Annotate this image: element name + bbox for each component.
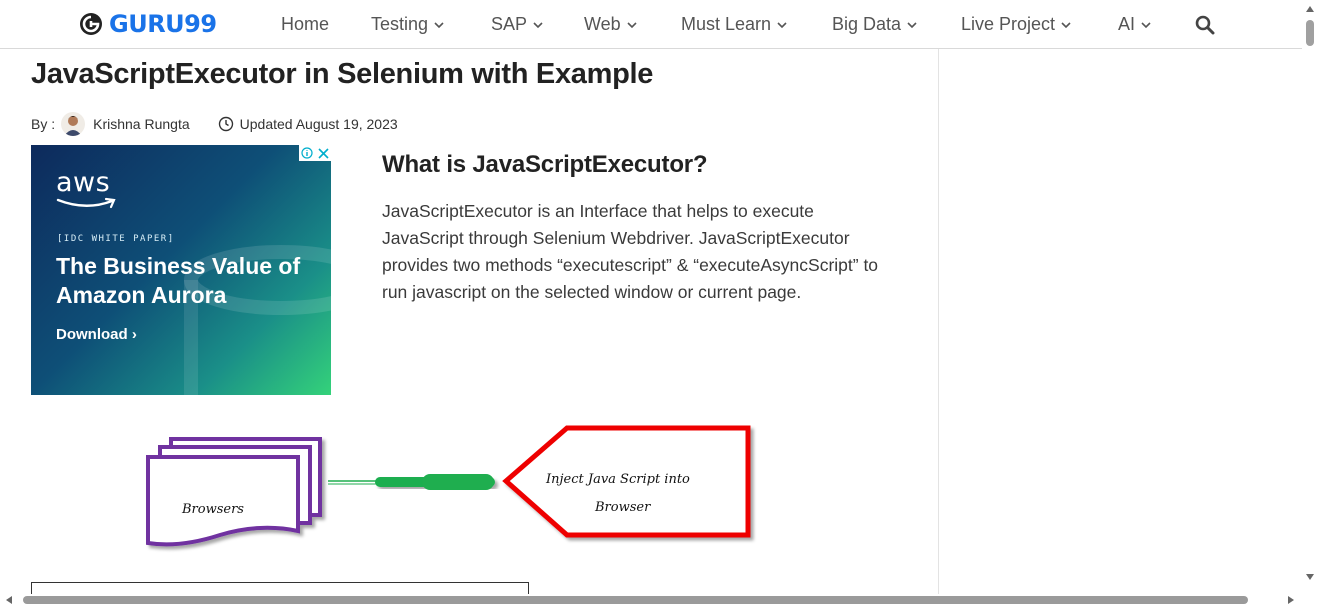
horizontal-scrollbar[interactable] [0, 594, 1318, 607]
author-name[interactable]: Krishna Rungta [93, 116, 190, 132]
vertical-scroll-thumb[interactable] [1306, 20, 1314, 46]
nav-testing[interactable]: Testing [371, 14, 444, 35]
info-icon[interactable] [299, 145, 315, 161]
nav-home[interactable]: Home [281, 14, 329, 35]
nav-ai[interactable]: AI [1118, 14, 1151, 35]
author-avatar[interactable] [61, 112, 86, 136]
guru99-logo-icon [80, 13, 102, 35]
nav-label: Testing [371, 14, 429, 34]
nav-label: Must Learn [681, 14, 772, 34]
section-heading: What is JavaScriptExecutor? [382, 151, 708, 178]
sidebar-divider [938, 49, 939, 594]
page-title: JavaScriptExecutor in Selenium with Exam… [31, 58, 654, 90]
chevron-down-icon [627, 21, 637, 28]
nav-label: AI [1118, 14, 1136, 34]
nav-big-data[interactable]: Big Data [832, 14, 917, 35]
logo-text: GURU99 [109, 10, 217, 38]
aws-ad-banner[interactable]: aws [IDC WHITE PAPER] The Business Value… [31, 145, 331, 395]
nav-label: Home [281, 14, 330, 34]
ad-headline: The Business Value of Amazon Aurora [56, 253, 301, 308]
top-navigation: GURU99 Home Testing SAP Web Must Learn B… [0, 0, 1302, 49]
chevron-down-icon [1141, 21, 1151, 28]
ad-tag: [IDC WHITE PAPER] [57, 234, 175, 244]
nav-sap[interactable]: SAP [491, 14, 543, 35]
avatar-image [61, 112, 86, 136]
chevron-down-icon [434, 21, 444, 28]
scroll-right-arrow-icon[interactable] [1288, 596, 1294, 604]
nav-label: Big Data [832, 14, 902, 34]
site-logo[interactable]: GURU99 [79, 9, 217, 39]
nav-live-project[interactable]: Live Project [961, 14, 1071, 35]
chevron-down-icon [907, 21, 917, 28]
inject-label-line2: Browser [595, 500, 651, 515]
chevron-down-icon [533, 21, 543, 28]
nav-web[interactable]: Web [584, 14, 637, 35]
browsers-shape [146, 437, 322, 547]
updated-text: Updated August 19, 2023 [239, 116, 398, 132]
browsers-label: Browsers [182, 502, 244, 517]
nav-must-learn[interactable]: Must Learn [681, 14, 787, 35]
vertical-scrollbar[interactable] [1302, 0, 1318, 594]
inject-label-line1: Inject Java Script into [546, 472, 690, 487]
nav-label: SAP [491, 14, 528, 34]
by-label: By : [31, 116, 56, 132]
diagram-graphic [146, 425, 751, 547]
scroll-left-arrow-icon[interactable] [6, 596, 12, 604]
ad-download-link[interactable]: Download › [56, 326, 137, 343]
chevron-down-icon [777, 21, 787, 28]
article-byline: By : Krishna Rungta Updated August 19, 2… [31, 112, 398, 136]
nav-label: Live Project [961, 14, 1056, 34]
clock-icon [218, 116, 233, 132]
adchoices[interactable] [299, 145, 331, 161]
updated-date: Updated August 19, 2023 [218, 116, 398, 132]
chevron-down-icon [1061, 21, 1071, 28]
close-icon[interactable] [315, 145, 331, 161]
search-icon[interactable] [1195, 15, 1215, 35]
javascript-executor-diagram: Browsers Inject Java Script into Browser [140, 423, 760, 558]
aws-logo: aws [56, 167, 111, 198]
scroll-up-arrow-icon[interactable] [1306, 6, 1314, 12]
horizontal-scroll-thumb[interactable] [23, 596, 1248, 604]
section-paragraph: JavaScriptExecutor is an Interface that … [382, 201, 879, 302]
scroll-down-arrow-icon[interactable] [1306, 574, 1314, 580]
nav-label: Web [584, 14, 621, 34]
aws-smile-icon [56, 197, 116, 209]
